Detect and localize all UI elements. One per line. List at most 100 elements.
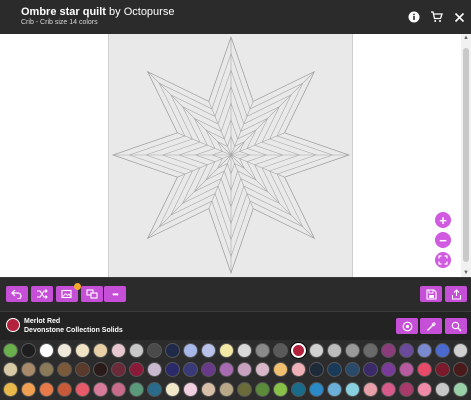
eyedropper-button[interactable] xyxy=(420,318,442,334)
color-wheel-button[interactable] xyxy=(396,318,418,334)
fabric-swatch[interactable] xyxy=(399,343,414,358)
fabric-swatch[interactable] xyxy=(273,362,288,377)
fabric-swatch[interactable] xyxy=(363,343,378,358)
fabric-swatch[interactable] xyxy=(417,382,432,397)
fabric-swatch[interactable] xyxy=(237,343,252,358)
search-button[interactable] xyxy=(445,318,467,334)
fabric-swatch[interactable] xyxy=(327,382,342,397)
fabric-swatch[interactable] xyxy=(453,382,468,397)
fabric-swatch[interactable] xyxy=(273,343,288,358)
fabric-swatch[interactable] xyxy=(39,362,54,377)
fabric-swatch[interactable] xyxy=(255,362,270,377)
fabric-swatch[interactable] xyxy=(363,382,378,397)
more-button[interactable]: ••• xyxy=(104,286,126,302)
fabric-swatch[interactable] xyxy=(345,382,360,397)
close-icon[interactable] xyxy=(451,9,467,25)
fabric-swatch[interactable] xyxy=(345,343,360,358)
scroll-up-icon[interactable]: ▲ xyxy=(463,35,469,41)
fabric-swatch[interactable] xyxy=(453,362,468,377)
fabric-swatch[interactable] xyxy=(147,362,162,377)
fabric-swatch[interactable] xyxy=(291,343,306,358)
fabric-swatch[interactable] xyxy=(183,362,198,377)
fabric-swatch[interactable] xyxy=(435,382,450,397)
fabric-swatch[interactable] xyxy=(93,362,108,377)
fabric-swatch[interactable] xyxy=(219,382,234,397)
fabric-swatch[interactable] xyxy=(165,343,180,358)
fabric-swatch[interactable] xyxy=(201,382,216,397)
fabric-swatch[interactable] xyxy=(129,343,144,358)
fabric-swatch[interactable] xyxy=(417,362,432,377)
fabric-swatch[interactable] xyxy=(201,343,216,358)
fabric-swatch[interactable] xyxy=(93,343,108,358)
fabric-swatch[interactable] xyxy=(75,362,90,377)
fabric-swatch[interactable] xyxy=(219,343,234,358)
fabric-swatch[interactable] xyxy=(399,362,414,377)
fabric-swatch[interactable] xyxy=(75,382,90,397)
fabric-swatch[interactable] xyxy=(309,362,324,377)
fabric-swatch[interactable] xyxy=(165,382,180,397)
fabric-swatch[interactable] xyxy=(75,343,90,358)
fabric-swatch[interactable] xyxy=(327,343,342,358)
fabric-swatch[interactable] xyxy=(129,362,144,377)
share-button[interactable] xyxy=(445,286,467,302)
save-button[interactable] xyxy=(420,286,442,302)
fabric-swatch[interactable] xyxy=(183,382,198,397)
fabric-swatch[interactable] xyxy=(237,382,252,397)
fabric-swatch[interactable] xyxy=(309,343,324,358)
fabric-swatch[interactable] xyxy=(291,382,306,397)
swap-button[interactable] xyxy=(81,286,103,302)
quilt-preview[interactable] xyxy=(108,34,353,277)
zoom-out-icon[interactable]: − xyxy=(435,232,451,248)
fabric-swatch[interactable] xyxy=(273,382,288,397)
fabric-swatch[interactable] xyxy=(111,362,126,377)
fabric-swatch[interactable] xyxy=(165,362,180,377)
zoom-in-icon[interactable]: + xyxy=(435,212,451,228)
fabric-swatch[interactable] xyxy=(39,343,54,358)
fabric-swatch[interactable] xyxy=(363,362,378,377)
canvas-scrollbar[interactable]: ▲ ▼ xyxy=(461,34,471,277)
fabric-swatch[interactable] xyxy=(21,343,36,358)
scroll-thumb[interactable] xyxy=(463,48,469,262)
fabric-swatch[interactable] xyxy=(291,362,306,377)
fabric-swatch[interactable] xyxy=(57,362,72,377)
fabric-swatch[interactable] xyxy=(57,343,72,358)
fabric-swatch[interactable] xyxy=(3,362,18,377)
fabric-swatch[interactable] xyxy=(183,343,198,358)
fabric-swatch[interactable] xyxy=(237,362,252,377)
fabric-swatch[interactable] xyxy=(111,382,126,397)
shuffle-button[interactable] xyxy=(31,286,53,302)
add-photo-button[interactable] xyxy=(56,283,81,302)
fabric-swatch[interactable] xyxy=(3,343,18,358)
fabric-swatch[interactable] xyxy=(255,343,270,358)
fit-screen-icon[interactable] xyxy=(435,252,451,268)
fabric-swatch[interactable] xyxy=(381,382,396,397)
fabric-swatch[interactable] xyxy=(111,343,126,358)
cart-icon[interactable] xyxy=(428,9,444,25)
fabric-swatch[interactable] xyxy=(219,362,234,377)
fabric-swatch[interactable] xyxy=(129,382,144,397)
fabric-swatch[interactable] xyxy=(93,382,108,397)
design-canvas[interactable]: + − ▲ ▼ xyxy=(0,34,471,277)
pattern-author[interactable]: by Octopurse xyxy=(109,6,174,18)
fabric-swatch[interactable] xyxy=(381,343,396,358)
fabric-swatch[interactable] xyxy=(21,382,36,397)
fabric-swatch[interactable] xyxy=(327,362,342,377)
fabric-swatch[interactable] xyxy=(21,362,36,377)
scroll-down-icon[interactable]: ▼ xyxy=(463,270,469,276)
info-icon[interactable] xyxy=(406,9,422,25)
fabric-swatch[interactable] xyxy=(399,382,414,397)
fabric-swatch[interactable] xyxy=(57,382,72,397)
fabric-swatch[interactable] xyxy=(417,343,432,358)
fabric-swatch[interactable] xyxy=(147,343,162,358)
selected-fabric-swatch[interactable] xyxy=(6,318,20,332)
fabric-swatch[interactable] xyxy=(39,382,54,397)
fabric-swatch[interactable] xyxy=(435,343,450,358)
fabric-swatch[interactable] xyxy=(255,382,270,397)
fabric-swatch[interactable] xyxy=(147,382,162,397)
fabric-swatch[interactable] xyxy=(345,362,360,377)
fabric-swatch[interactable] xyxy=(381,362,396,377)
fabric-swatch[interactable] xyxy=(201,362,216,377)
fabric-swatch[interactable] xyxy=(435,362,450,377)
fabric-swatch[interactable] xyxy=(309,382,324,397)
undo-button[interactable] xyxy=(6,286,28,302)
